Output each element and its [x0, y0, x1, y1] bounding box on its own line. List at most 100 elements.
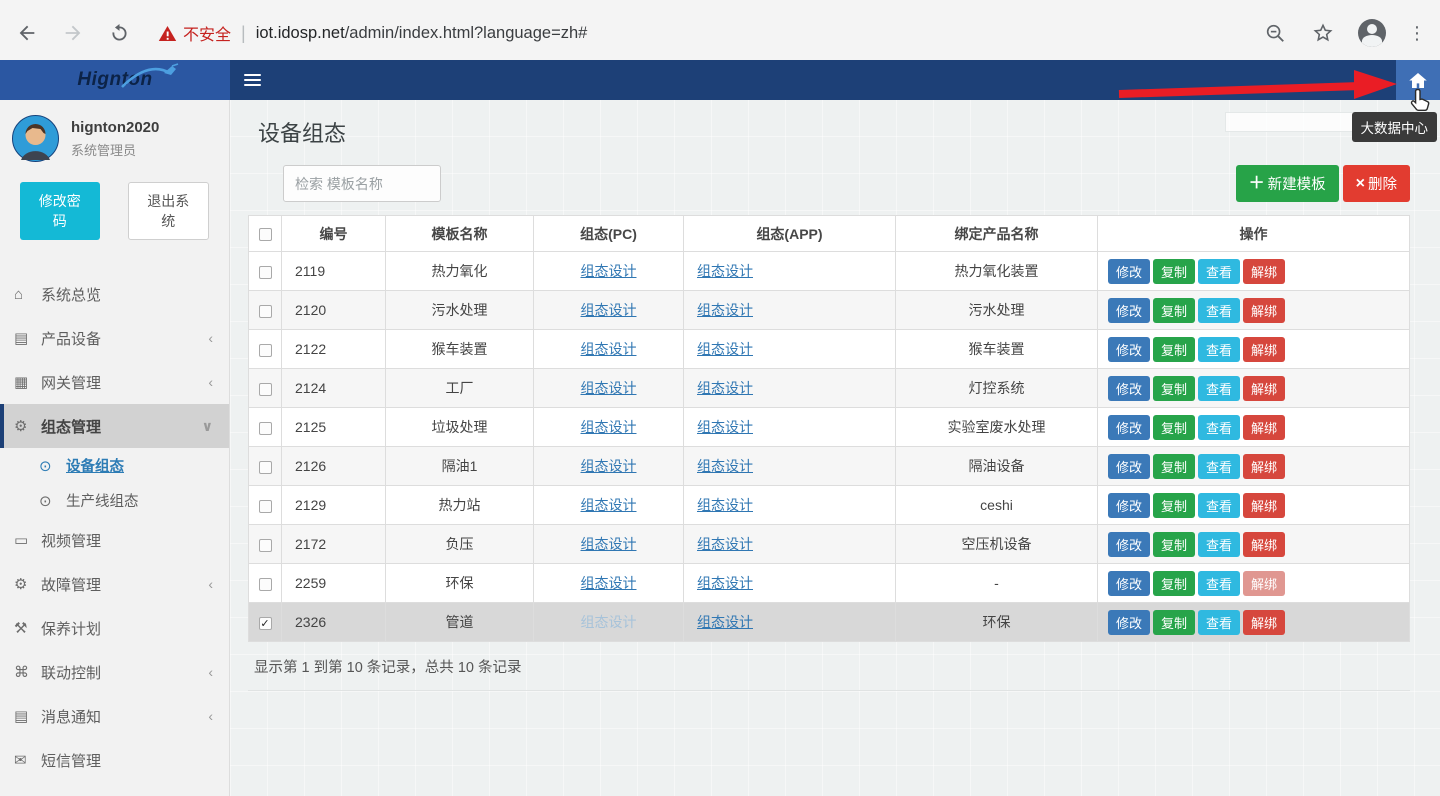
sidebar-item-linkage-control[interactable]: ⌘联动控制‹ [0, 650, 229, 694]
row-checkbox[interactable] [259, 500, 272, 513]
action-unbind-button[interactable]: 解绑 [1243, 532, 1285, 557]
action-unbind-button[interactable]: 解绑 [1243, 610, 1285, 635]
hamburger-menu-icon[interactable] [244, 71, 261, 89]
reload-icon[interactable] [106, 20, 132, 46]
pc-design-link[interactable]: 组态设计 [581, 380, 637, 396]
action-edit-button[interactable]: 修改 [1108, 259, 1150, 284]
sidebar-item-message-notify[interactable]: ▤消息通知‹ [0, 694, 229, 738]
browser-menu-icon[interactable]: ⋮ [1408, 24, 1426, 42]
pc-design-link[interactable]: 组态设计 [581, 614, 637, 630]
delete-button[interactable]: ×删除 [1343, 165, 1410, 202]
action-unbind-button[interactable]: 解绑 [1243, 493, 1285, 518]
action-edit-button[interactable]: 修改 [1108, 454, 1150, 479]
action-edit-button[interactable]: 修改 [1108, 571, 1150, 596]
action-unbind-button[interactable]: 解绑 [1243, 259, 1285, 284]
app-design-link[interactable]: 组态设计 [697, 614, 753, 630]
pc-design-link[interactable]: 组态设计 [581, 302, 637, 318]
pc-design-link[interactable]: 组态设计 [581, 458, 637, 474]
sidebar-item-device-scada[interactable]: ⊙设备组态 [0, 448, 229, 483]
app-design-link[interactable]: 组态设计 [697, 419, 753, 435]
action-unbind-button[interactable]: 解绑 [1243, 376, 1285, 401]
action-view-button[interactable]: 查看 [1198, 337, 1240, 362]
row-checkbox[interactable] [259, 578, 272, 591]
logout-button[interactable]: 退出系统 [128, 182, 210, 240]
action-unbind-button[interactable]: 解绑 [1243, 415, 1285, 440]
row-checkbox[interactable] [259, 461, 272, 474]
action-edit-button[interactable]: 修改 [1108, 415, 1150, 440]
app-design-link[interactable]: 组态设计 [697, 575, 753, 591]
forward-icon[interactable] [60, 20, 86, 46]
url-text[interactable]: iot.idosp.net/admin/index.html?language=… [256, 24, 588, 43]
pc-design-link[interactable]: 组态设计 [581, 575, 637, 591]
app-design-link[interactable]: 组态设计 [697, 263, 753, 279]
security-warning-label[interactable]: 不安全 [183, 21, 231, 45]
action-unbind-button[interactable]: 解绑 [1243, 337, 1285, 362]
action-copy-button[interactable]: 复制 [1153, 571, 1195, 596]
action-copy-button[interactable]: 复制 [1153, 532, 1195, 557]
row-checkbox[interactable] [259, 344, 272, 357]
row-checkbox[interactable] [259, 305, 272, 318]
pc-design-link[interactable]: 组态设计 [581, 536, 637, 552]
pc-design-link[interactable]: 组态设计 [581, 419, 637, 435]
action-unbind-button[interactable]: 解绑 [1243, 454, 1285, 479]
pc-design-link[interactable]: 组态设计 [581, 497, 637, 513]
sidebar-item-system-overview[interactable]: ⌂系统总览 [0, 272, 229, 316]
app-design-link[interactable]: 组态设计 [697, 497, 753, 513]
action-copy-button[interactable]: 复制 [1153, 376, 1195, 401]
change-password-button[interactable]: 修改密码 [20, 182, 100, 240]
action-edit-button[interactable]: 修改 [1108, 337, 1150, 362]
pc-design-link[interactable]: 组态设计 [581, 263, 637, 279]
sidebar-item-sms-manage[interactable]: ✉短信管理 [0, 738, 229, 782]
action-view-button[interactable]: 查看 [1198, 454, 1240, 479]
app-design-link[interactable]: 组态设计 [697, 341, 753, 357]
action-edit-button[interactable]: 修改 [1108, 493, 1150, 518]
action-view-button[interactable]: 查看 [1198, 610, 1240, 635]
sidebar-item-product-device[interactable]: ▤产品设备‹ [0, 316, 229, 360]
app-design-link[interactable]: 组态设计 [697, 536, 753, 552]
action-copy-button[interactable]: 复制 [1153, 493, 1195, 518]
row-checkbox[interactable] [259, 539, 272, 552]
profile-avatar-icon[interactable] [1358, 19, 1386, 47]
address-bar[interactable]: 不安全 | iot.idosp.net/admin/index.html?lan… [158, 21, 1242, 45]
action-view-button[interactable]: 查看 [1198, 532, 1240, 557]
action-copy-button[interactable]: 复制 [1153, 298, 1195, 323]
action-view-button[interactable]: 查看 [1198, 415, 1240, 440]
app-design-link[interactable]: 组态设计 [697, 458, 753, 474]
sidebar-item-space-manage[interactable]: ▦空间管理 [0, 782, 229, 796]
action-edit-button[interactable]: 修改 [1108, 532, 1150, 557]
action-copy-button[interactable]: 复制 [1153, 610, 1195, 635]
sidebar-item-gateway-manage[interactable]: ▦网关管理‹ [0, 360, 229, 404]
action-edit-button[interactable]: 修改 [1108, 298, 1150, 323]
action-view-button[interactable]: 查看 [1198, 259, 1240, 284]
row-checkbox[interactable] [259, 383, 272, 396]
action-copy-button[interactable]: 复制 [1153, 259, 1195, 284]
action-edit-button[interactable]: 修改 [1108, 376, 1150, 401]
pc-design-link[interactable]: 组态设计 [581, 341, 637, 357]
zoom-out-icon[interactable] [1262, 20, 1288, 46]
action-view-button[interactable]: 查看 [1198, 298, 1240, 323]
sidebar-item-fault-manage[interactable]: ⚙故障管理‹ [0, 562, 229, 606]
action-copy-button[interactable]: 复制 [1153, 337, 1195, 362]
sidebar-item-scada-manage[interactable]: ⚙组态管理∨ [0, 404, 229, 448]
action-view-button[interactable]: 查看 [1198, 571, 1240, 596]
app-design-link[interactable]: 组态设计 [697, 380, 753, 396]
sidebar-item-maintenance-plan[interactable]: ⚒保养计划 [0, 606, 229, 650]
app-design-link[interactable]: 组态设计 [697, 302, 753, 318]
action-unbind-button[interactable]: 解绑 [1243, 298, 1285, 323]
action-view-button[interactable]: 查看 [1198, 493, 1240, 518]
sidebar-item-video-manage[interactable]: ▭视频管理 [0, 518, 229, 562]
sidebar-item-line-scada[interactable]: ⊙生产线组态 [0, 483, 229, 518]
home-nav-button[interactable] [1396, 60, 1440, 100]
action-view-button[interactable]: 查看 [1198, 376, 1240, 401]
row-checkbox[interactable] [259, 422, 272, 435]
action-unbind-button[interactable]: 解绑 [1243, 571, 1285, 596]
action-copy-button[interactable]: 复制 [1153, 415, 1195, 440]
select-all-checkbox[interactable] [259, 228, 272, 241]
template-search-input[interactable] [283, 165, 441, 202]
action-copy-button[interactable]: 复制 [1153, 454, 1195, 479]
bookmark-star-icon[interactable] [1310, 20, 1336, 46]
action-edit-button[interactable]: 修改 [1108, 610, 1150, 635]
new-template-button[interactable]: ＋新建模板 [1236, 165, 1339, 202]
row-checkbox[interactable] [259, 266, 272, 279]
back-icon[interactable] [14, 20, 40, 46]
